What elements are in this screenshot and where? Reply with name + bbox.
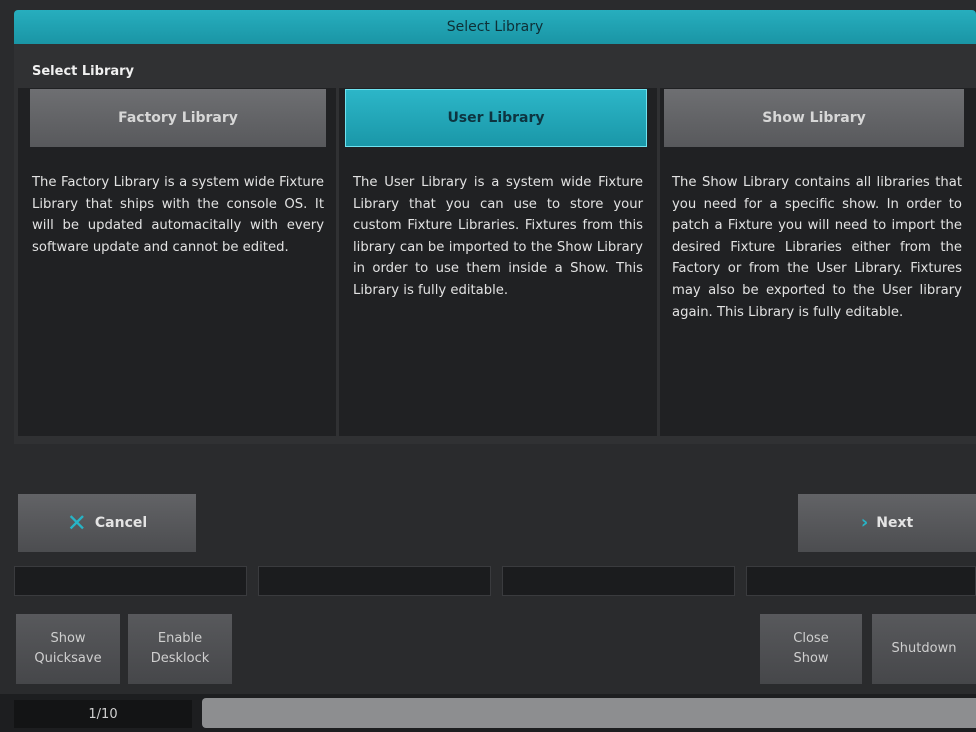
- quicksave-label-line2: Quicksave: [34, 651, 102, 666]
- cancel-label: Cancel: [94, 515, 148, 531]
- close-show-button[interactable]: Close Show: [760, 614, 862, 684]
- desklock-label-line1: Enable: [157, 631, 203, 646]
- command-line-field[interactable]: [202, 698, 976, 728]
- status-slot: [14, 566, 247, 596]
- close-label-line1: Close: [793, 631, 829, 646]
- status-slot: [502, 566, 735, 596]
- page-indicator-label: 1/10: [88, 706, 118, 722]
- enable-desklock-button[interactable]: Enable Desklock: [128, 614, 232, 684]
- user-library-label: User Library: [447, 110, 545, 126]
- desklock-label-line2: Desklock: [150, 651, 210, 666]
- status-slot: [258, 566, 491, 596]
- window-title-bar: Select Library: [14, 10, 976, 44]
- user-library-button[interactable]: User Library: [345, 89, 647, 147]
- dialog-spacer: [14, 444, 976, 496]
- app-frame: Select Library Select Library Factory Li…: [0, 0, 976, 732]
- factory-library-button[interactable]: Factory Library: [30, 89, 326, 147]
- shutdown-label: Shutdown: [891, 641, 957, 656]
- close-label-line2: Show: [793, 651, 829, 666]
- group-label: Select Library: [32, 64, 135, 79]
- factory-library-label: Factory Library: [118, 110, 238, 126]
- shutdown-button[interactable]: Shutdown: [872, 614, 976, 684]
- show-library-description: The Show Library contains all libraries …: [672, 175, 962, 320]
- factory-library-description: The Factory Library is a system wide Fix…: [32, 175, 324, 255]
- show-library-label: Show Library: [762, 110, 866, 126]
- next-label: Next: [876, 515, 914, 531]
- close-x-icon: ✕: [66, 509, 87, 537]
- quicksave-label-line1: Show: [50, 631, 86, 646]
- chevron-right-icon: ›: [860, 512, 869, 533]
- cancel-button[interactable]: ✕ Cancel: [18, 494, 196, 552]
- library-dialog: Select Library Factory Library User Libr…: [14, 44, 976, 444]
- user-library-description: The User Library is a system wide Fixtur…: [353, 175, 643, 298]
- show-quicksave-button[interactable]: Show Quicksave: [16, 614, 120, 684]
- next-button[interactable]: › Next: [798, 494, 976, 552]
- show-library-button[interactable]: Show Library: [664, 89, 964, 147]
- page-indicator[interactable]: 1/10: [14, 700, 192, 728]
- window-title: Select Library: [446, 19, 544, 35]
- status-slot: [746, 566, 976, 596]
